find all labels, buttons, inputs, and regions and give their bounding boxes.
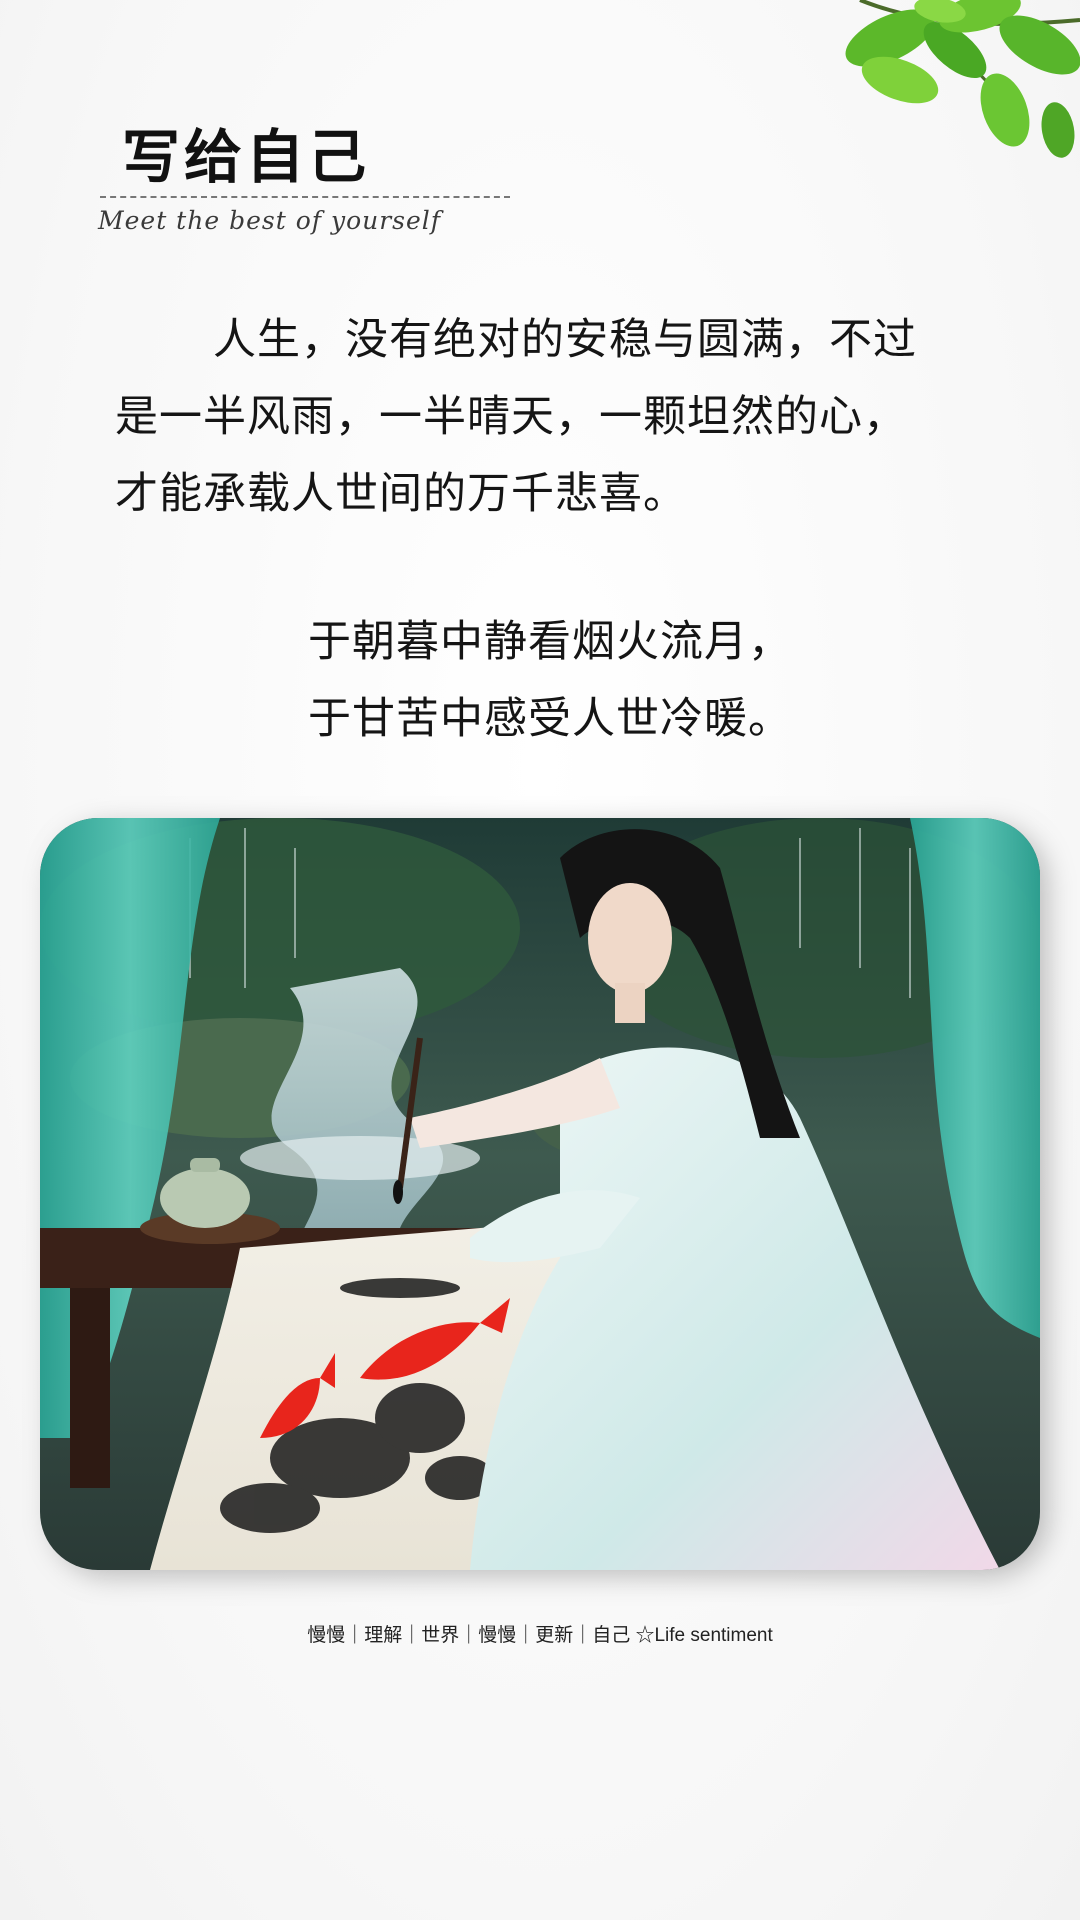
paragraph-1-line: 才能承载人世间的万千悲喜。 (115, 469, 687, 519)
paragraph-2-line: 于朝暮中静看烟火流月， (308, 617, 792, 667)
title-divider (100, 196, 510, 198)
paragraph-1: 人生，没有绝对的安稳与圆满，不过 是一半风雨，一半晴天，一颗坦然的心， 才能承载… (115, 302, 917, 533)
caption-text: 慢慢｜理解｜世界｜慢慢｜更新｜自己 ☆Life sentiment (307, 1625, 773, 1646)
page-title: 写给自己 (122, 123, 371, 191)
leaves-decoration-icon (845, 0, 1080, 158)
title-subtitle: Meet the best of yourself (98, 206, 442, 235)
paragraph-1-line: 人生，没有绝对的安稳与圆满，不过 (213, 315, 917, 365)
page: 写给自己 Meet the best of yourself 人生，没有绝对的安… (0, 0, 1080, 1920)
photo-illustration (40, 818, 1040, 1570)
feature-photo (40, 818, 1040, 1570)
paragraph-1-line: 是一半风雨，一半晴天，一颗坦然的心， (115, 392, 907, 442)
paragraph-2-line: 于甘苦中感受人世冷暖。 (308, 694, 792, 744)
paragraph-2: 于朝暮中静看烟火流月， 于甘苦中感受人世冷暖。 (308, 604, 792, 758)
